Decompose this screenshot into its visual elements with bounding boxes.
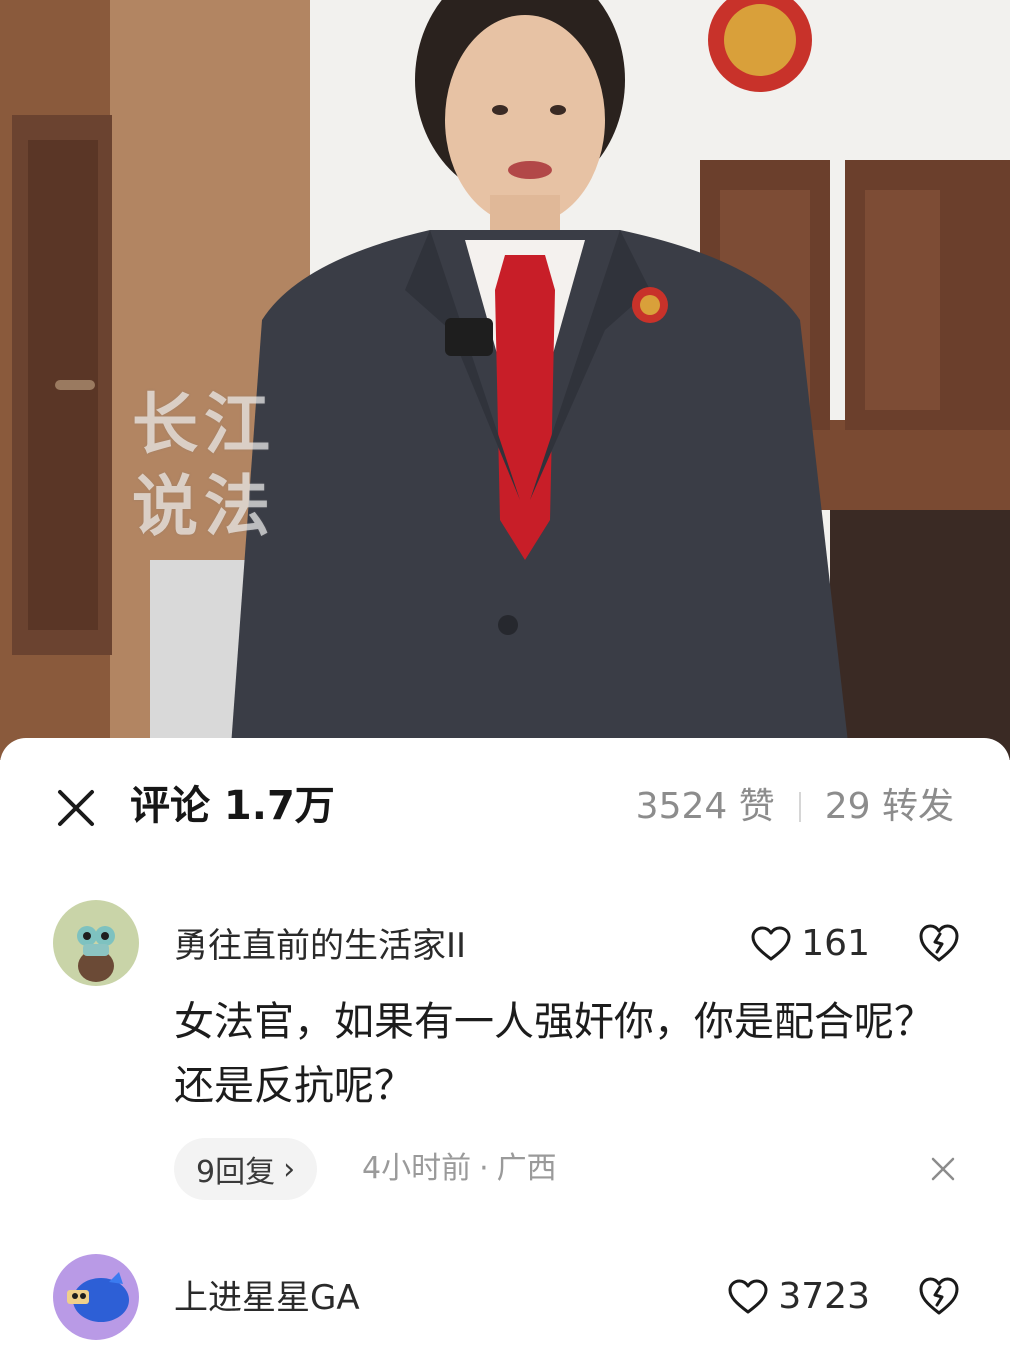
view-replies-button[interactable]: 9回复 › bbox=[174, 1138, 318, 1200]
dismiss-icon[interactable] bbox=[928, 1154, 958, 1184]
like-button[interactable]: 3723 bbox=[728, 1273, 870, 1321]
meta-separator: · bbox=[479, 1151, 489, 1186]
comment-meta: 4小时前 · 广西 bbox=[362, 1138, 557, 1200]
likes-count: 3524 赞 bbox=[635, 786, 775, 827]
comment-location: 广西 bbox=[496, 1151, 557, 1186]
heart-icon bbox=[751, 926, 791, 961]
stats-divider bbox=[798, 792, 801, 822]
chevron-right-icon: › bbox=[283, 1151, 296, 1187]
comment-sheet: 评论 1.7万 3524 赞 29 转发 勇往直前的生活家II 161 女法官，… bbox=[0, 738, 1010, 1348]
broken-heart-icon[interactable] bbox=[918, 1275, 960, 1317]
close-icon[interactable] bbox=[54, 786, 98, 830]
reply-count: 9回复 bbox=[196, 1155, 276, 1190]
avatar[interactable] bbox=[53, 900, 139, 986]
avatar[interactable] bbox=[53, 1254, 139, 1340]
shares-count: 29 转发 bbox=[824, 786, 954, 827]
comments-title: 评论 1.7万 bbox=[130, 783, 335, 829]
comment-sheet-header: 评论 1.7万 3524 赞 29 转发 bbox=[0, 738, 1010, 874]
comment-item: 上进星星GA 3723 bbox=[0, 1254, 1010, 1348]
avatar-image bbox=[53, 900, 139, 986]
video-stats: 3524 赞 29 转发 bbox=[636, 782, 954, 832]
like-count: 161 bbox=[801, 923, 870, 964]
comment-text: 女法官，如果有一人强奸你，你是配合呢？还是反抗呢？ bbox=[174, 999, 934, 1109]
avatar-image bbox=[53, 1254, 139, 1340]
like-count: 3723 bbox=[778, 1276, 870, 1317]
comment-username[interactable]: 勇往直前的生活家II bbox=[174, 922, 466, 970]
video-frame bbox=[0, 0, 1010, 760]
video-watermark: 长江说法 bbox=[132, 386, 276, 545]
comment-item: 勇往直前的生活家II 161 女法官，如果有一人强奸你，你是配合呢？还是反抗呢？… bbox=[0, 898, 1010, 1200]
broken-heart-icon[interactable] bbox=[918, 922, 960, 964]
comment-time: 4小时前 bbox=[362, 1151, 472, 1186]
like-button[interactable]: 161 bbox=[751, 920, 870, 968]
video-player[interactable]: 长江说法 bbox=[0, 0, 1010, 760]
comment-username[interactable]: 上进星星GA bbox=[174, 1274, 360, 1322]
heart-icon bbox=[728, 1279, 768, 1314]
